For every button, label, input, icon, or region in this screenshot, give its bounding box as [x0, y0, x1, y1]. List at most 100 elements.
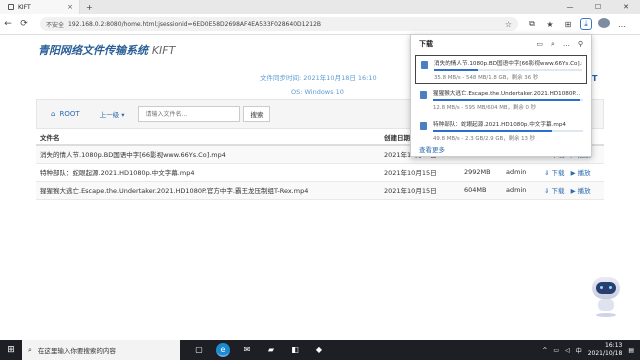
search-icon[interactable]: ⌕	[551, 40, 555, 49]
file-owner: admin	[502, 181, 540, 200]
app-icon[interactable]: ◆	[312, 343, 326, 357]
taskbar-search-text: 在这里输入你要搜索的内容	[37, 347, 116, 355]
insecure-indicator[interactable]: 不安全	[46, 20, 64, 29]
download-item[interactable]: 消失的情人节.1080p.BD国语中字[66影视www.66Ys.Co].mp4…	[415, 55, 587, 84]
play-link[interactable]: ▶ 播放	[571, 169, 591, 177]
browser-toolbar: ⧉ ★ ⊞ ⤓ …	[526, 18, 628, 30]
page-icon	[8, 4, 14, 10]
download-progress	[433, 99, 583, 101]
window-controls: — ☐ ✕	[556, 0, 640, 14]
download-name: 猩猩猴大逃亡.Escape.the.Undertaker.2021.HD1080…	[433, 91, 581, 97]
search-icon: ⌕	[28, 345, 32, 354]
site-title-suffix: KIFT	[151, 44, 176, 57]
url-field[interactable]: 不安全 192.168.0.2:8080/home.html;jsessioni…	[40, 17, 518, 31]
download-link[interactable]: ⇓ 下载	[544, 169, 565, 177]
more-options-icon[interactable]: …	[563, 40, 570, 49]
file-owner: admin	[502, 163, 540, 182]
download-progress	[434, 69, 582, 71]
downloads-icon[interactable]: ⤓	[580, 18, 592, 30]
file-name[interactable]: 特种部队：蛇眼起源.2021.HD1080p.中文字幕.mp4	[36, 163, 380, 182]
close-window-button[interactable]: ✕	[612, 0, 640, 14]
system-tray: ^ ▭ ◁ 中 16:13 2021/10/18 ▤	[542, 342, 640, 358]
robot-body	[598, 299, 614, 311]
browser-tab[interactable]: KIFT ×	[0, 0, 80, 14]
download-link[interactable]: ⇓ 下载	[544, 187, 565, 195]
download-progress	[433, 130, 583, 132]
file-date: 2021年10月15日	[380, 181, 460, 200]
file-date: 2021年10月15日	[380, 163, 460, 182]
ime-icon[interactable]: 中	[576, 346, 582, 355]
url-text[interactable]: 192.168.0.2:8080/home.html;jsessionid=6E…	[68, 21, 321, 28]
store-icon[interactable]: ◧	[288, 343, 302, 357]
search-input[interactable]	[138, 106, 241, 122]
tab-bar: KIFT × + — ☐ ✕	[0, 0, 640, 14]
network-icon[interactable]: ▭	[553, 347, 559, 354]
clock-date: 2021/10/18	[587, 350, 623, 357]
address-bar-row: ← ⟳ 不安全 192.168.0.2:8080/home.html;jsess…	[0, 14, 640, 35]
robot-face	[596, 282, 616, 294]
clock[interactable]: 16:13 2021/10/18	[588, 342, 623, 358]
taskbar-apps: ▢ e ✉ ▰ ◧ ◆	[192, 343, 326, 357]
file-actions: ⇓ 下载 ▶ 播放	[540, 163, 604, 182]
volume-icon[interactable]: ◁	[565, 347, 570, 354]
file-icon	[420, 122, 427, 130]
tab-title: KIFT	[18, 3, 31, 11]
file-actions: ⇓ 下载 ▶ 播放	[540, 181, 604, 200]
file-size: 604MB	[460, 181, 502, 200]
site-title-text: 青阳网络文件传输系统	[38, 44, 148, 57]
play-link[interactable]: ▶ 播放	[571, 187, 591, 195]
favorites-icon[interactable]: ★	[544, 20, 556, 29]
refresh-button[interactable]: ⟳	[16, 19, 32, 29]
table-row[interactable]: 猩猩猴大逃亡.Escape.the.Undertaker.2021.HD1080…	[36, 181, 604, 200]
back-button[interactable]: ←	[0, 19, 16, 29]
robot-mascot[interactable]	[588, 275, 624, 319]
file-icon	[420, 91, 427, 99]
file-name[interactable]: 消失的情人节.1080p.BD国语中字[66影视www.66Ys.Co].mp4	[36, 145, 380, 164]
see-more-link[interactable]: 查看更多	[419, 144, 445, 154]
maximize-button[interactable]: ☐	[584, 0, 612, 14]
pin-icon[interactable]: ⚲	[578, 40, 583, 49]
file-size: 2992MB	[460, 163, 502, 182]
file-explorer-icon[interactable]: ▰	[264, 343, 278, 357]
file-name[interactable]: 猩猩猴大逃亡.Escape.the.Undertaker.2021.HD1080…	[36, 181, 380, 200]
download-status: 12.8 MB/s - 595 MB/604 MB，剩余 0 秒	[433, 105, 537, 111]
favorite-star-icon[interactable]: ☆	[505, 20, 512, 29]
open-folder-icon[interactable]: ▭	[536, 40, 543, 49]
new-tab-button[interactable]: +	[86, 3, 93, 12]
os-info: OS: Windows 10	[291, 88, 344, 96]
downloads-title: 下载	[419, 40, 433, 48]
notification-chevron-icon[interactable]: ^	[542, 347, 547, 354]
sync-time: 文件同步时间: 2021年10月18日 16:10	[260, 74, 377, 82]
taskbar-search[interactable]: ⌕ 在这里输入你要搜索的内容	[22, 340, 180, 360]
up-dropdown[interactable]: 上一级 ▾	[100, 109, 125, 119]
more-menu-icon[interactable]: …	[616, 20, 628, 29]
taskbar: ⊞ ⌕ 在这里输入你要搜索的内容 ▢ e ✉ ▰ ◧ ◆ ^ ▭ ◁ 中 16:…	[0, 340, 640, 360]
clock-time: 16:13	[605, 342, 623, 349]
download-item[interactable]: 特种部队：蛇眼起源.2021.HD1080p.中文字幕.mp4 49.8 MB/…	[415, 117, 587, 146]
header-filename[interactable]: 文件名	[36, 129, 380, 146]
download-item[interactable]: 猩猩猴大逃亡.Escape.the.Undertaker.2021.HD1080…	[415, 86, 587, 115]
downloads-header-icons: ▭ ⌕ … ⚲	[536, 40, 591, 49]
extensions-icon[interactable]: ⧉	[526, 19, 538, 29]
minimize-button[interactable]: —	[556, 0, 584, 14]
robot-eye	[600, 286, 603, 289]
mail-icon[interactable]: ✉	[240, 343, 254, 357]
edge-icon[interactable]: e	[216, 343, 230, 357]
downloads-panel: 下载 ▭ ⌕ … ⚲ 消失的情人节.1080p.BD国语中字[66影视www.6…	[410, 34, 592, 157]
robot-shadow	[596, 313, 616, 317]
progress-fill	[434, 69, 479, 71]
robot-eye	[609, 286, 612, 289]
progress-fill	[433, 99, 580, 101]
download-status: 49.8 MB/s - 2.3 GB/2.9 GB，剩余 13 秒	[433, 136, 536, 142]
notifications-icon[interactable]: ▤	[628, 347, 634, 354]
profile-avatar[interactable]	[598, 18, 610, 30]
root-link[interactable]: ⌂ ROOT	[51, 110, 80, 118]
close-tab-icon[interactable]: ×	[67, 3, 73, 11]
table-row[interactable]: 特种部队：蛇眼起源.2021.HD1080p.中文字幕.mp4 2021年10月…	[36, 163, 604, 182]
download-name: 消失的情人节.1080p.BD国语中字[66影视www.66Ys.Co].mp4	[434, 61, 582, 67]
start-button[interactable]: ⊞	[0, 345, 22, 355]
task-view-icon[interactable]: ▢	[192, 343, 206, 357]
search-button[interactable]: 搜索	[243, 106, 271, 122]
collections-icon[interactable]: ⊞	[562, 20, 574, 29]
download-status: 35.8 MB/s - 548 MB/1.8 GB，剩余 36 秒	[434, 75, 539, 81]
